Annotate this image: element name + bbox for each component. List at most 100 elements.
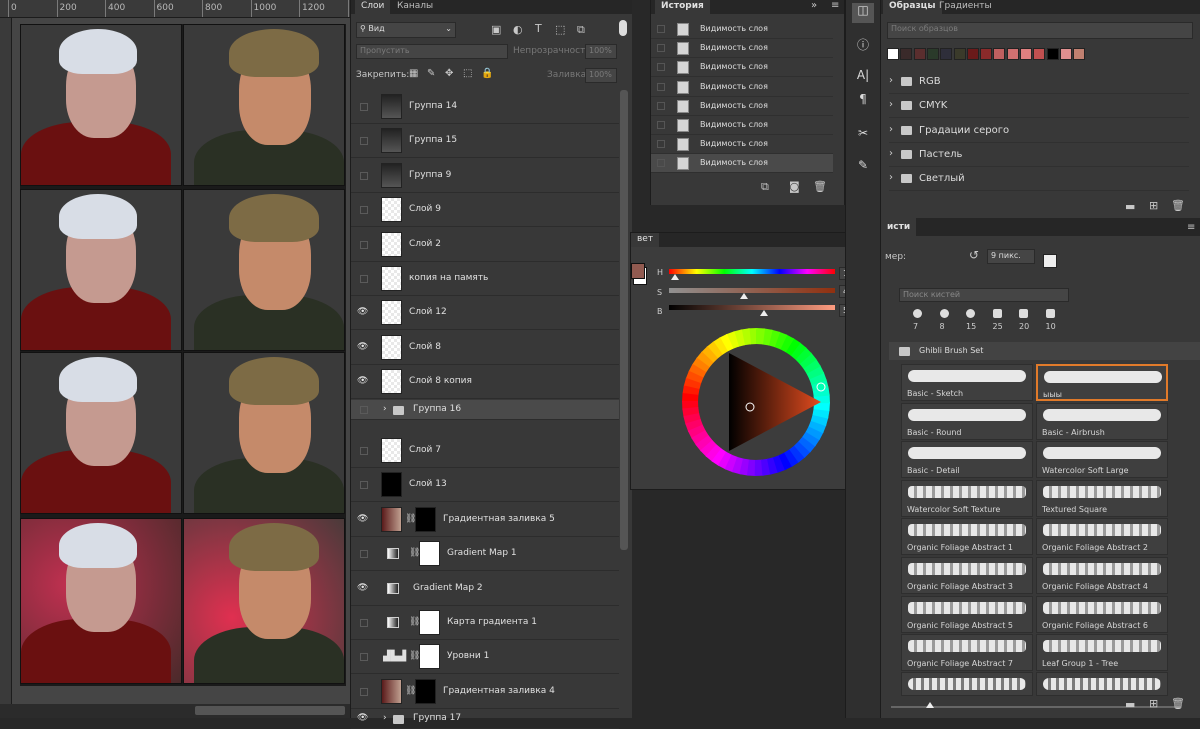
hsb-color-wheel[interactable] [681,327,831,477]
chevron-right-icon[interactable]: › [889,75,893,86]
chevron-right-icon[interactable]: › [383,404,387,414]
color-swatch[interactable] [913,48,926,60]
eye-icon[interactable]: 👁 [357,713,368,724]
color-swatch[interactable] [993,48,1006,60]
layer-row[interactable]: Слой 13 [351,468,619,503]
visibility-toggle[interactable] [360,137,368,146]
snapshot-source-checkbox[interactable] [657,101,665,110]
recent-brush[interactable]: 7 [907,306,929,334]
trash-icon[interactable]: 🗑 [1171,199,1185,212]
visibility-toggle[interactable] [360,405,368,414]
brush-search-input[interactable]: Поиск кистей [899,288,1069,302]
brush-preset[interactable] [901,672,1033,696]
brush-preset[interactable]: Textured Square [1036,479,1168,517]
brush-preset[interactable]: Organic Foliage Abstract 5 [901,595,1033,633]
visibility-toggle[interactable] [360,240,368,249]
lock-artboard-icon[interactable]: ⬚ [463,68,472,79]
history-item[interactable]: Видимость слоя [651,78,833,97]
chevron-right-icon[interactable]: › [889,124,893,135]
snapshot-source-checkbox[interactable] [657,63,665,72]
lock-brush-icon[interactable]: ✎ [427,68,435,79]
history-item[interactable]: Видимость слоя [651,154,833,174]
tab-brushes[interactable]: исти [881,218,917,236]
brush-preset[interactable]: Watercolor Soft Texture [901,479,1033,517]
snapshot-source-checkbox[interactable] [657,25,665,33]
brush-preset[interactable]: Leaf Group 1 - Tree [1036,634,1168,672]
character-icon[interactable]: A| [852,68,874,88]
recent-brush[interactable]: 10 [1040,306,1062,334]
layer-mask[interactable] [415,506,436,532]
filter-adjustment-icon[interactable]: ◐ [513,23,523,36]
color-swatch[interactable] [940,48,953,60]
brush-preset[interactable]: Organic Foliage Abstract 7 [901,634,1033,672]
brush-preset[interactable]: Basic - Sketch [901,364,1033,401]
hue-slider[interactable] [669,269,835,274]
info-icon[interactable]: ⓘ [852,36,874,56]
color-swatch[interactable] [1033,48,1046,60]
brightness-slider-knob[interactable] [759,310,768,316]
brush-preset[interactable]: Organic Foliage Abstract 1 [901,518,1033,556]
visibility-toggle[interactable] [360,275,368,283]
tool-presets-icon[interactable]: ✂ [852,126,874,146]
layer-mask[interactable] [419,610,440,635]
visibility-toggle[interactable] [360,206,368,215]
opacity-input[interactable]: 100% [585,44,617,59]
color-swatch[interactable] [900,48,913,60]
color-swatch[interactable] [966,48,979,60]
tab-layers[interactable]: Слои [355,0,391,14]
panel-menu-icon[interactable]: ≡ [1187,222,1195,233]
filter-shape-icon[interactable]: ⬚ [555,23,565,36]
history-item[interactable]: Видимость слоя [651,97,833,116]
brush-preset[interactable]: Organic Foliage Abstract 6 [1036,595,1168,633]
layer-row[interactable]: 👁 › Группа 17 [351,709,619,729]
lock-all-icon[interactable]: 🔒 [481,68,493,79]
layer-row[interactable]: › Группа 16 [351,399,619,420]
filter-type-icon[interactable]: T [535,22,542,35]
hue-slider-knob[interactable] [670,274,679,280]
chevron-right-icon[interactable]: › [889,172,893,183]
filter-toggle[interactable] [619,20,627,36]
brush-preset[interactable]: Organic Foliage Abstract 3 [901,557,1033,594]
snapshot-camera-icon[interactable]: ◙ [789,180,800,193]
recent-brush[interactable]: 15 [960,306,982,334]
new-document-icon[interactable]: ⧉ [761,180,769,194]
eye-icon[interactable]: 👁 [357,342,368,353]
chevron-right-icon[interactable]: › [889,148,893,159]
color-swatch[interactable] [953,48,966,60]
saturation-slider-knob[interactable] [739,293,748,299]
swatch-search-input[interactable]: Поиск образцов [887,22,1193,39]
brush-preset[interactable]: Basic - Round [901,402,1033,440]
layer-row[interactable]: Слой 9 [351,193,619,228]
brightness-slider[interactable] [669,305,835,310]
recent-brush[interactable]: 25 [987,306,1009,334]
eye-icon[interactable]: 👁 [357,583,368,594]
collapse-icon[interactable]: » [811,0,817,11]
new-group-folder-icon[interactable]: ▬ [1125,200,1135,213]
snapshot-source-checkbox[interactable] [657,159,665,168]
history-item[interactable]: Видимость слоя [651,20,833,39]
brush-zoom-knob[interactable] [926,702,934,708]
new-brush-icon[interactable]: ⊞ [1149,697,1158,710]
layer-row[interactable]: 👁 Слой 12 [351,296,619,331]
recent-brush[interactable]: 20 [1013,306,1035,334]
visibility-toggle[interactable] [360,481,368,490]
brush-group-header[interactable]: Ghibli Brush Set [889,342,1200,360]
visibility-toggle[interactable] [360,103,368,111]
history-item[interactable]: Видимость слоя [651,39,833,59]
tab-channels[interactable]: Каналы [391,0,439,14]
brush-zoom-slider[interactable] [891,706,1181,708]
new-group-folder-icon[interactable]: ▬ [1125,698,1135,711]
layer-mask[interactable] [419,541,440,567]
brush-preset[interactable] [1036,672,1168,696]
lock-move-icon[interactable]: ✥ [445,68,453,79]
visibility-toggle[interactable] [360,447,368,455]
brush-preset[interactable]: Basic - Airbrush [1036,402,1168,440]
layer-row[interactable]: ⛓ Карта градиента 1 [351,606,619,640]
snapshot-source-checkbox[interactable] [657,121,665,129]
navigator-icon[interactable]: ◫ [852,3,874,23]
visibility-toggle[interactable] [360,619,368,627]
layer-mask[interactable] [415,678,436,704]
history-item[interactable]: Видимость слоя [651,135,833,155]
layer-mask[interactable] [419,644,440,670]
eye-icon[interactable]: 👁 [357,514,368,525]
